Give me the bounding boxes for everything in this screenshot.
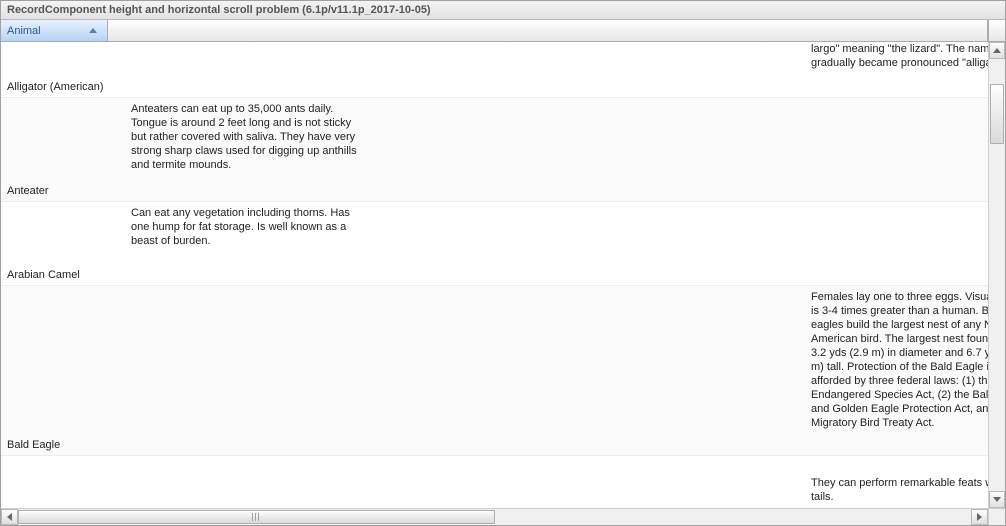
cell-animal: Anteater (1, 98, 131, 201)
sort-asc-icon (89, 28, 97, 33)
vertical-scrollbar[interactable] (988, 42, 1005, 508)
scroll-up-button[interactable] (989, 42, 1005, 59)
scroll-right-button[interactable] (971, 509, 988, 525)
table-row[interactable]: Anteater Anteaters can eat up to 35,000 … (1, 98, 1005, 202)
column-header-animal[interactable]: Animal (1, 20, 108, 41)
hscroll-thumb[interactable] (18, 510, 495, 524)
grid: Animal Alligator (American) largo" meani… (1, 20, 1005, 525)
horizontal-scrollbar[interactable] (1, 508, 1005, 525)
cell-animal: Bald Eagle (1, 286, 131, 455)
scrollbar-corner (988, 509, 1005, 525)
record-detail-right: largo" meaning "the lizard". The name la… (811, 42, 1005, 70)
table-row[interactable]: They can perform remarkable feats with t… (1, 456, 1005, 508)
chevron-right-icon (977, 513, 982, 521)
grid-rows-container: Alligator (American) largo" meaning "the… (1, 42, 1005, 508)
window-frame: RecordComponent height and horizontal sc… (0, 0, 1006, 526)
chevron-up-icon (993, 48, 1001, 53)
record-detail-left: Anteaters can eat up to 35,000 ants dail… (131, 98, 361, 176)
cell-animal: Alligator (American) (1, 42, 131, 97)
record-detail-right: They can perform remarkable feats with t… (811, 476, 1005, 504)
scroll-left-button[interactable] (1, 509, 18, 525)
table-row[interactable]: Bald Eagle Females lay one to three eggs… (1, 286, 1005, 456)
hscroll-track[interactable] (18, 509, 971, 525)
cell-details: Can eat any vegetation including thorns.… (131, 202, 1005, 285)
cell-details: Anteaters can eat up to 35,000 ants dail… (131, 98, 1005, 201)
cell-details: Females lay one to three eggs. Visual ac… (131, 286, 1005, 455)
window-title: RecordComponent height and horizontal sc… (1, 1, 1005, 20)
cell-details: They can perform remarkable feats with t… (131, 456, 1005, 508)
cell-animal: Arabian Camel (1, 202, 131, 285)
cell-details: largo" meaning "the lizard". The name la… (131, 42, 1005, 97)
grid-header: Animal (1, 20, 1005, 42)
column-header-label: Animal (7, 25, 41, 37)
chevron-down-icon (993, 497, 1001, 502)
table-row[interactable]: Arabian Camel Can eat any vegetation inc… (1, 202, 1005, 286)
vscroll-track[interactable] (989, 59, 1005, 491)
vscroll-thumb[interactable] (990, 84, 1004, 144)
record-detail-left: Can eat any vegetation including thorns.… (131, 202, 361, 252)
column-header-blank[interactable] (108, 20, 988, 41)
grid-body: Alligator (American) largo" meaning "the… (1, 42, 1005, 508)
record-detail-right: Females lay one to three eggs. Visual ac… (811, 290, 1005, 430)
scroll-grip-icon (252, 513, 260, 521)
scroll-down-button[interactable] (989, 491, 1005, 508)
table-row[interactable]: Alligator (American) largo" meaning "the… (1, 42, 1005, 98)
cell-animal (1, 456, 131, 508)
header-scroll-spacer (988, 20, 1005, 41)
chevron-left-icon (7, 513, 12, 521)
